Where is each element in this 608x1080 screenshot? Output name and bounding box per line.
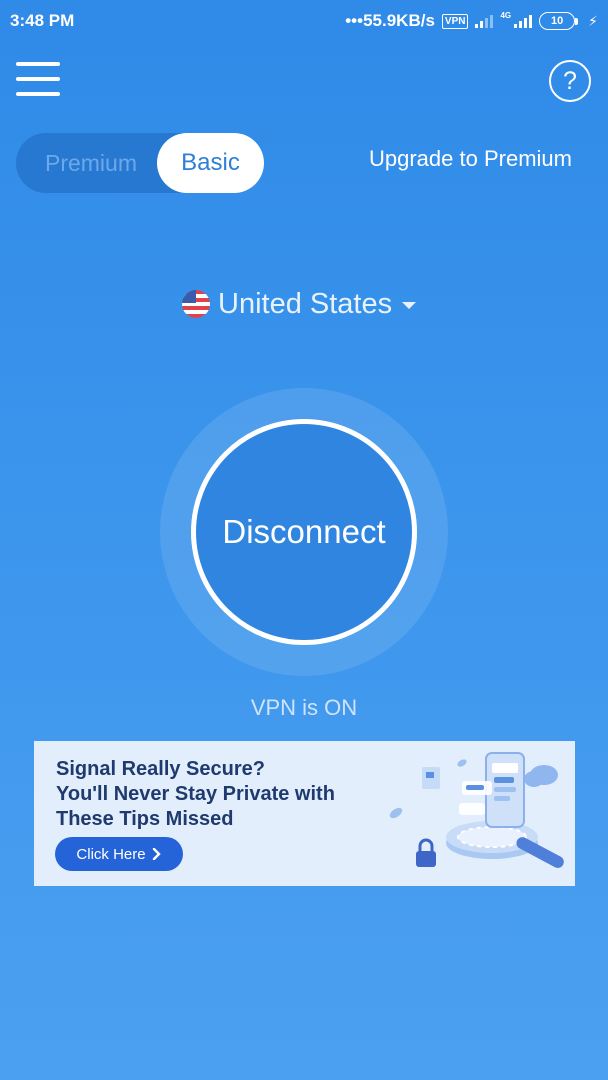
- country-name: United States: [218, 287, 393, 320]
- ad-headline: Signal Really Secure? You'll Never Stay …: [56, 758, 335, 830]
- plan-toggle[interactable]: Premium Basic: [16, 133, 264, 193]
- toggle-basic[interactable]: Basic: [157, 133, 264, 193]
- charging-icon: ⚡: [588, 12, 598, 29]
- question-icon: ?: [563, 66, 577, 95]
- signal-icon: [475, 14, 494, 28]
- status-indicators: •••55.9KB/s VPN 4G 10 ⚡: [345, 11, 598, 31]
- menu-button[interactable]: [16, 60, 60, 98]
- network-speed: •••55.9KB/s: [345, 11, 435, 30]
- status-time: 3:48 PM: [10, 11, 75, 30]
- vpn-badge: VPN: [441, 13, 469, 29]
- battery-level: 10: [539, 12, 576, 30]
- click-here-label: Click Here: [76, 845, 146, 863]
- country-selector[interactable]: United States: [182, 284, 417, 324]
- vpn-status-text: VPN is ON: [250, 695, 358, 720]
- ad-banner[interactable]: Signal Really Secure? You'll Never Stay …: [34, 741, 575, 886]
- security-illustration: [389, 752, 564, 868]
- chevron-right-icon: [152, 848, 161, 860]
- us-flag-icon: [182, 290, 210, 318]
- help-button[interactable]: ?: [549, 60, 591, 102]
- toggle-premium[interactable]: Premium: [16, 133, 166, 193]
- caret-down-icon: [402, 302, 417, 309]
- battery-icon: 10: [539, 12, 579, 30]
- status-bar: 3:48 PM •••55.9KB/s VPN 4G 10 ⚡: [0, 0, 608, 42]
- disconnect-button[interactable]: Disconnect: [191, 419, 417, 645]
- network-type: 4G: [500, 11, 512, 20]
- hamburger-icon: [16, 62, 60, 66]
- click-here-button[interactable]: Click Here: [55, 837, 183, 871]
- upgrade-to-premium-link[interactable]: Upgrade to Premium: [369, 146, 572, 172]
- signal-4g-icon: [514, 14, 533, 28]
